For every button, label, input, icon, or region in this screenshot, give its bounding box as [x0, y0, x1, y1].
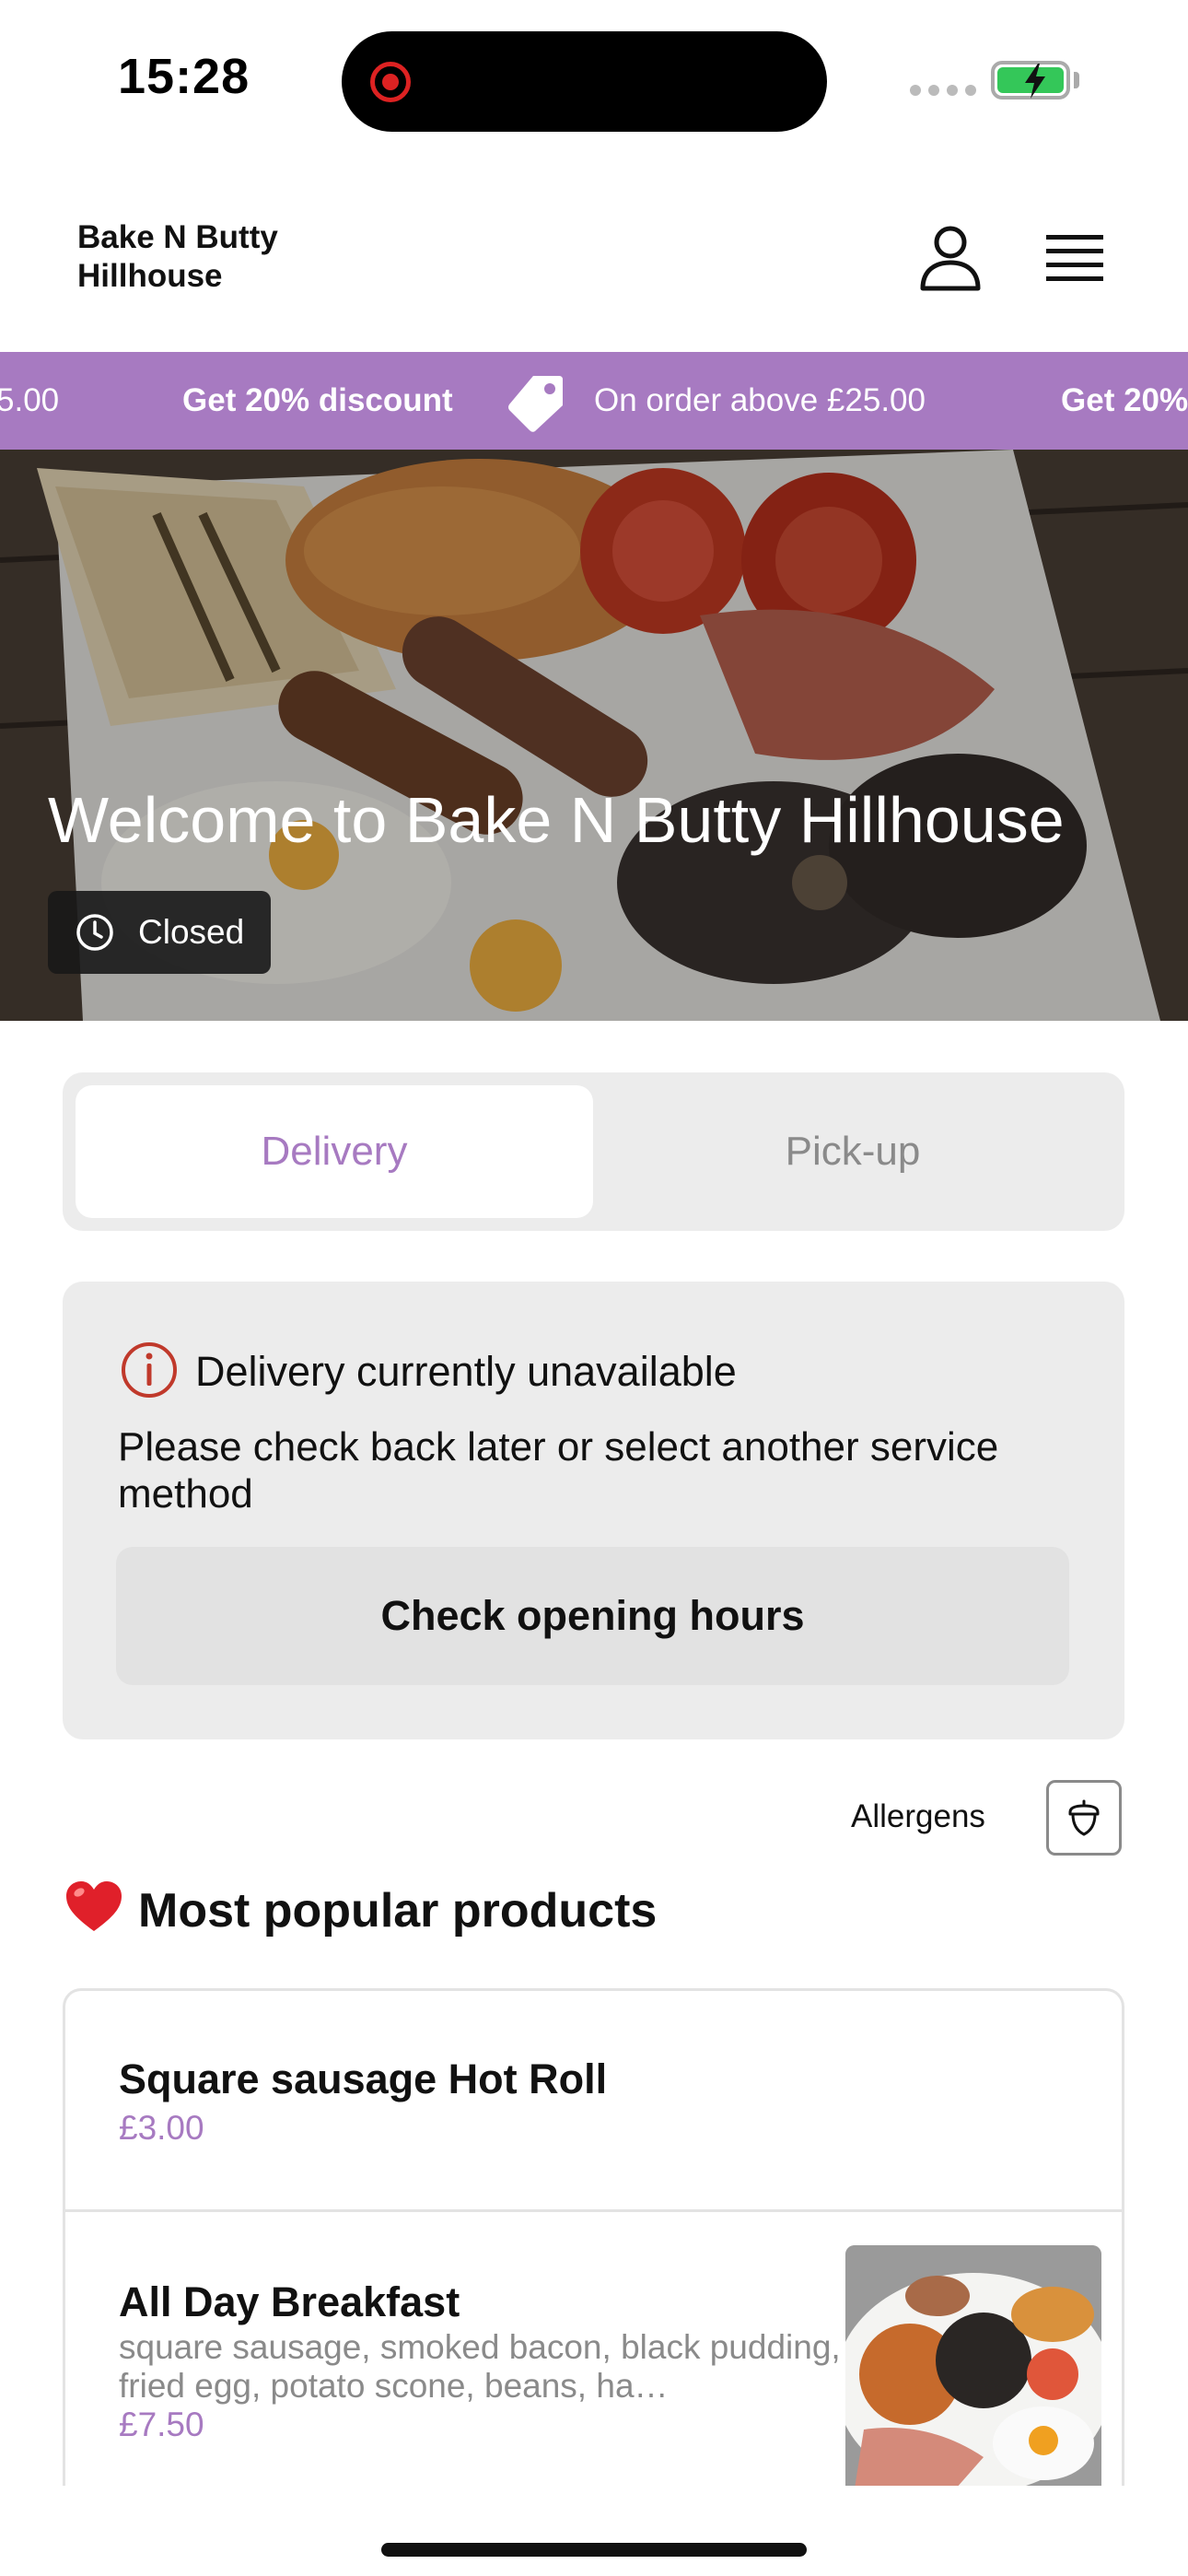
product-item[interactable]: Square sausage Hot Roll £3.00 — [65, 1991, 1122, 2212]
product-price: £3.00 — [119, 2109, 204, 2147]
cellular-signal-icon — [910, 85, 976, 96]
recording-indicator-icon — [370, 62, 411, 102]
account-button[interactable] — [914, 222, 987, 296]
status-time: 15:28 — [118, 49, 250, 104]
heart-icon — [66, 1881, 122, 1931]
product-item[interactable]: All Day Breakfast square sausage, smoked… — [65, 2212, 1122, 2486]
allergens-button[interactable] — [1046, 1780, 1122, 1856]
info-alert-icon — [122, 1342, 177, 1398]
tab-delivery[interactable]: Delivery — [76, 1085, 593, 1218]
section-heading: Most popular products — [138, 1884, 658, 1938]
allergens-label[interactable]: Allergens — [851, 1798, 985, 1835]
price-tag-icon — [508, 376, 563, 432]
notice-title: Delivery currently unavailable — [195, 1348, 737, 1395]
product-price: £7.50 — [119, 2406, 204, 2443]
product-name: Square sausage Hot Roll — [119, 2055, 608, 2102]
hero-banner: Welcome to Bake N Butty Hillhouse Closed — [0, 450, 1188, 1021]
brand-name-line1: Bake N Butty — [77, 219, 278, 255]
product-image — [845, 2245, 1101, 2486]
app-header: Bake N Butty Hillhouse — [0, 161, 1188, 352]
notice-message: Please check back later or select anothe… — [118, 1424, 999, 1516]
delivery-unavailable-notice: Delivery currently unavailable Please ch… — [63, 1282, 1124, 1739]
hamburger-menu-icon — [1046, 235, 1103, 281]
hero-title: Welcome to Bake N Butty Hillhouse — [48, 784, 1065, 856]
check-opening-hours-button[interactable]: Check opening hours — [116, 1547, 1069, 1685]
menu-button[interactable] — [1037, 229, 1111, 288]
status-badge: Closed — [48, 891, 271, 974]
acorn-icon — [1068, 1799, 1100, 1836]
promo-banner[interactable]: 5.00 Get 20% discount On order above £25… — [0, 352, 1188, 450]
brand-name[interactable]: Bake N Butty Hillhouse — [77, 218, 381, 296]
status-bar: 15:28 — [0, 0, 1188, 161]
dynamic-island — [342, 31, 827, 132]
product-name: All Day Breakfast — [119, 2278, 460, 2325]
promo-text-partial-right: Get 20% — [1061, 382, 1188, 418]
promo-condition: On order above £25.00 — [594, 382, 926, 418]
promo-headline: Get 20% discount — [182, 382, 453, 418]
status-label: Closed — [138, 913, 245, 951]
brand-name-line2: Hillhouse — [77, 258, 223, 294]
clock-icon — [76, 914, 113, 951]
service-type-toggle: Delivery Pick-up — [63, 1072, 1124, 1231]
battery-icon — [991, 61, 1070, 100]
product-list: Square sausage Hot Roll £3.00 All Day Br… — [63, 1988, 1124, 2486]
user-icon — [920, 226, 981, 291]
home-indicator — [381, 2543, 807, 2557]
product-description: square sausage, smoked bacon, black pudd… — [119, 2328, 841, 2405]
tab-pick-up[interactable]: Pick-up — [594, 1085, 1112, 1218]
promo-text-partial-left: 5.00 — [0, 382, 60, 418]
battery-cap — [1074, 72, 1079, 88]
